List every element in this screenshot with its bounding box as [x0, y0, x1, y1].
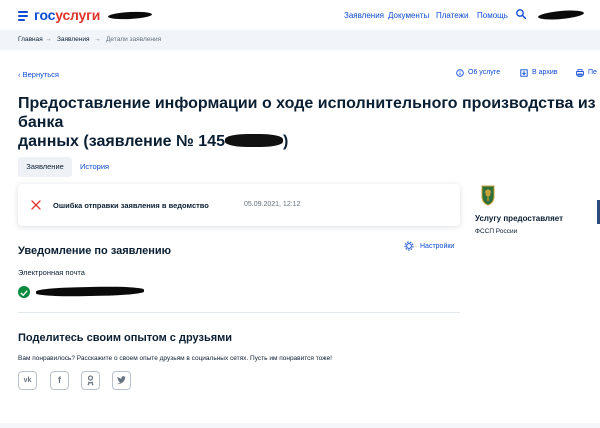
odnoklassniki-share-button[interactable]	[81, 371, 100, 390]
back-link[interactable]: ‹ Вернуться	[18, 70, 59, 79]
breadcrumb-arrow-icon: →	[45, 36, 52, 43]
archive-icon	[520, 69, 528, 77]
tab-application[interactable]: Заявление	[18, 157, 72, 177]
breadcrumb-arrow-icon: →	[94, 36, 101, 43]
menu-icon[interactable]	[18, 11, 28, 23]
logo[interactable]: госуслуги	[34, 7, 100, 23]
status-card: Ошибка отправки заявления в ведомство 05…	[18, 184, 460, 226]
page-bottom-edge	[0, 423, 600, 428]
page-title-close-paren: )	[283, 133, 289, 150]
status-message: Ошибка отправки заявления в ведомство	[53, 201, 209, 210]
search-icon[interactable]	[516, 9, 526, 19]
page-title: Предоставление информации о ходе исполни…	[18, 94, 598, 151]
about-service-label: О6 услуге	[468, 69, 501, 76]
notification-heading: Уведомление по заявлению	[18, 245, 172, 257]
breadcrumb-applications[interactable]: Заявления	[57, 36, 90, 43]
nav-dokumenty[interactable]: Документы	[388, 11, 429, 20]
status-timestamp: 05.09.2021, 12:12	[244, 201, 301, 208]
print-icon	[576, 69, 584, 77]
redacted-mark	[107, 10, 153, 21]
breadcrumb-home[interactable]: Главная	[18, 36, 43, 43]
fssp-emblem-icon	[481, 185, 495, 206]
redacted-email	[35, 286, 145, 297]
page-title-number: данных (заявление № 145	[18, 133, 225, 150]
check-icon	[18, 286, 30, 298]
page-title-line2: данных (заявление № 145)	[18, 132, 598, 151]
archive-label: В архив	[532, 69, 558, 76]
vk-share-button[interactable]: vk	[18, 371, 37, 390]
nav-zayavleniya[interactable]: Заявления	[344, 11, 384, 20]
provider-name[interactable]: ФССП России	[475, 228, 517, 235]
facebook-icon: f	[58, 375, 61, 385]
share-heading: Поделитесь своим опытом с друзьями	[18, 332, 233, 344]
provider-label: Услугу предоставляет	[475, 214, 564, 223]
error-icon	[31, 200, 41, 210]
breadcrumb: Главная → Заявления → Детали заявления	[0, 30, 600, 50]
section-divider	[18, 312, 460, 313]
notification-channel: Электронная почта	[18, 268, 85, 277]
about-service-button[interactable]: О6 услуге	[456, 69, 501, 77]
nav-platezhi[interactable]: Платежи	[436, 11, 468, 20]
tab-history[interactable]: История	[80, 157, 109, 177]
print-label: Пе	[588, 69, 597, 76]
info-icon	[456, 69, 464, 77]
redacted-number	[225, 134, 283, 147]
gear-icon[interactable]	[404, 241, 414, 251]
archive-button[interactable]: В архив	[520, 69, 558, 77]
logo-part-uslugi: услуги	[55, 7, 101, 23]
logo-part-gos: гос	[34, 7, 56, 23]
nav-pomosch[interactable]: Помощь	[477, 11, 508, 20]
breadcrumb-current: Детали заявления	[106, 36, 162, 43]
share-text: Вам понравилось? Расскажите о своем опыт…	[18, 355, 332, 362]
page-title-line1: Предоставление информации о ходе исполни…	[18, 95, 596, 131]
header: госуслуги Заявления Документы Платежи По…	[0, 0, 600, 30]
odnoklassniki-icon	[87, 375, 94, 386]
facebook-share-button[interactable]: f	[50, 371, 69, 390]
twitter-share-button[interactable]	[112, 371, 131, 390]
twitter-icon	[117, 376, 126, 384]
back-label: Вернуться	[22, 70, 59, 79]
redacted-user	[537, 9, 585, 21]
print-button[interactable]: Пе	[576, 69, 597, 77]
vk-icon: vk	[23, 377, 32, 384]
settings-link[interactable]: Настройки	[420, 243, 454, 250]
